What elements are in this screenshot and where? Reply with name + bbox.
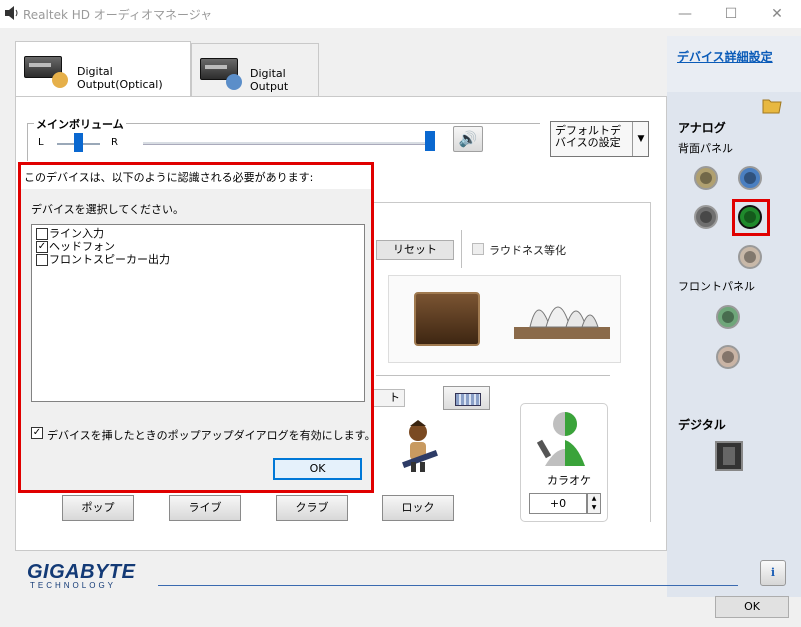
room-environment-icon[interactable] [414,292,480,346]
window-title: Realtek HD オーディオマネージャ [23,8,213,22]
list-item-label: ライン入力 [49,227,104,240]
device-advanced-settings-link[interactable]: デバイス詳細設定 [677,48,773,65]
karaoke-stepper[interactable]: ▲ ▼ [587,493,601,514]
default-device-button[interactable]: デフォルトデバイスの設定 ▼ [550,121,649,157]
preset-live-button[interactable]: ライブ [169,495,241,521]
front-panel-label: フロントパネル [678,280,755,293]
opera-house-environment-icon[interactable] [510,285,614,347]
minimize-button[interactable]: — [662,0,708,28]
rear-panel-label: 背面パネル [678,142,733,155]
preset-club-button[interactable]: クラブ [276,495,348,521]
tab-label: Digital Output(Optical) [77,65,163,91]
rear-jack-1[interactable] [694,166,718,190]
stepper-up-icon[interactable]: ▲ [588,494,600,503]
rear-jack-5[interactable] [738,245,762,269]
footer-divider [158,585,738,586]
line-in-checkbox[interactable] [36,228,48,240]
enable-popup-label: デバイスを挿したときのポップアップダイアログを有効にします。 [47,429,376,442]
chevron-down-icon[interactable]: ▼ [632,122,649,156]
main-volume-title: メインボリューム [34,116,126,132]
enable-popup-option[interactable]: ✓ デバイスを挿したときのポップアップダイアログを有効にします。 [31,427,376,442]
gigabyte-logo-sub: TECHNOLOGY [30,581,117,590]
device-type-list: ライン入力 ✓ ヘッドフォン フロントスピーカー出力 [31,224,365,402]
balance-right-label: R [111,137,118,148]
rear-jack-4-selected[interactable] [738,205,762,229]
balance-left-label: L [38,137,44,148]
preset-rock-button[interactable]: ロック [382,495,454,521]
keyboard-icon[interactable] [443,386,490,410]
ok-button[interactable]: OK [715,596,789,618]
karaoke-label: カラオケ [547,474,591,487]
dialog-ok-button[interactable]: OK [273,458,362,480]
enable-popup-checkbox[interactable]: ✓ [31,427,43,439]
karaoke-icon [537,412,585,466]
tab-digital-output[interactable]: Digital Output [191,43,319,97]
mute-button[interactable]: 🔊 [453,126,483,152]
divider [376,375,610,376]
loudness-checkbox[interactable] [472,243,484,255]
default-device-label: デフォルトデバイスの設定 [555,124,621,149]
close-button[interactable]: ✕ [754,0,800,28]
guitarist-icon [402,420,438,472]
list-item-label: フロントスピーカー出力 [49,253,170,266]
headphone-checkbox[interactable]: ✓ [36,241,48,253]
dialog-instruction: デバイスを選択してください。 [31,203,185,216]
spdif-port-icon[interactable] [715,441,743,471]
maximize-button[interactable]: ☐ [708,0,754,28]
speaker-icon [5,6,18,20]
rear-jack-2[interactable] [738,166,762,190]
rear-jack-3[interactable] [694,205,718,229]
front-speaker-out-checkbox[interactable] [36,254,48,266]
front-jack-2[interactable] [716,345,740,369]
list-item-label: ヘッドフォン [49,240,115,253]
loudness-label: ラウドネス等化 [489,244,566,257]
divider [461,230,462,268]
front-jack-1[interactable] [716,305,740,329]
tab-label: Digital Output [250,67,289,93]
analog-label: アナログ [678,121,726,135]
reset-button[interactable]: リセット [376,240,454,260]
dialog-header: このデバイスは、以下のように認識される必要があります: [21,165,371,189]
volume-slider-thumb[interactable] [425,131,435,151]
preset-pop-button[interactable]: ポップ [62,495,134,521]
tab-digital-output-optical[interactable]: Digital Output(Optical) [15,41,191,97]
stepper-down-icon[interactable]: ▼ [588,503,600,512]
digital-label: デジタル [678,418,726,432]
device-detection-dialog: このデバイスは、以下のように認識される必要があります: デバイスを選択してくださ… [18,162,376,493]
link-badge-icon [226,74,242,90]
volume-slider-track[interactable] [143,142,433,145]
balance-slider-thumb[interactable] [74,133,83,152]
karaoke-value-field[interactable]: +0 [529,493,587,514]
dialog-prompt: このデバイスは、以下のように認識される必要があります: [24,171,314,184]
folder-icon[interactable] [762,96,782,114]
speaker-icon: 🔊 [458,130,478,148]
info-button[interactable]: i [760,560,786,586]
check-badge-icon [52,72,68,88]
title-bar: Realtek HD オーディオマネージャ — ☐ ✕ [0,0,801,28]
